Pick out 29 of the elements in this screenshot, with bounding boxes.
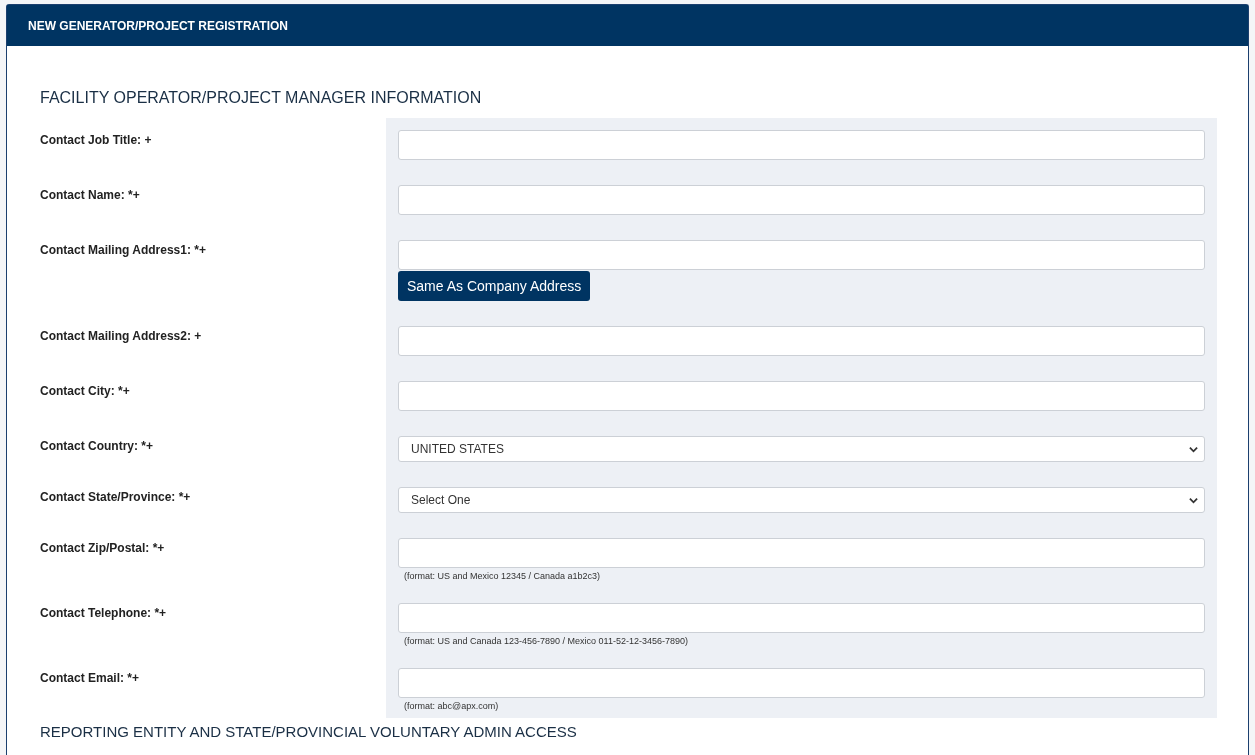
- field-label: Contact Email: *+: [40, 671, 140, 685]
- field-label: Contact Mailing Address1: *+: [40, 243, 206, 257]
- same-address-button[interactable]: Same As Company Address: [398, 271, 591, 301]
- field-label: Contact State/Province: *+: [40, 490, 191, 504]
- field-label: Contact Telephone: *+: [40, 606, 167, 620]
- text-input[interactable]: [398, 603, 1205, 633]
- field-label: Contact Country: *+: [40, 439, 153, 453]
- text-input[interactable]: [398, 130, 1205, 160]
- page-title: NEW GENERATOR/PROJECT REGISTRATION: [28, 18, 288, 33]
- dropdown[interactable]: Select One: [398, 487, 1205, 513]
- field-label: Contact Mailing Address2: +: [40, 329, 202, 343]
- text-input[interactable]: [398, 240, 1205, 270]
- field-label: Contact Zip/Postal: *+: [40, 541, 165, 555]
- field-label: Contact City: *+: [40, 384, 130, 398]
- field-label: Contact Job Title: +: [40, 133, 152, 147]
- section-heading: REPORTING ENTITY AND STATE/PROVINCIAL VOLUNTARY ADMIN ACCESS: [40, 723, 578, 740]
- format-hint: (format: abc@apx.com): [404, 701, 499, 711]
- text-input[interactable]: [398, 326, 1205, 356]
- dropdown[interactable]: UNITED STATES: [398, 436, 1205, 462]
- text-input[interactable]: [398, 381, 1205, 411]
- text-input[interactable]: [398, 185, 1205, 215]
- format-hint: (format: US and Mexico 12345 / Canada a1b2c3): [404, 571, 601, 581]
- format-hint: (format: US and Canada 123-456-7890 / Mexico 011-52-12-3456-7890): [404, 636, 688, 646]
- text-input[interactable]: [398, 668, 1205, 698]
- text-input[interactable]: [398, 538, 1205, 568]
- field-label: Contact Name: *+: [40, 188, 140, 202]
- chevron-down-icon: [1189, 496, 1198, 504]
- section-heading: FACILITY OPERATOR/PROJECT MANAGER INFORMATION: [40, 89, 483, 107]
- chevron-down-icon: [1189, 445, 1198, 453]
